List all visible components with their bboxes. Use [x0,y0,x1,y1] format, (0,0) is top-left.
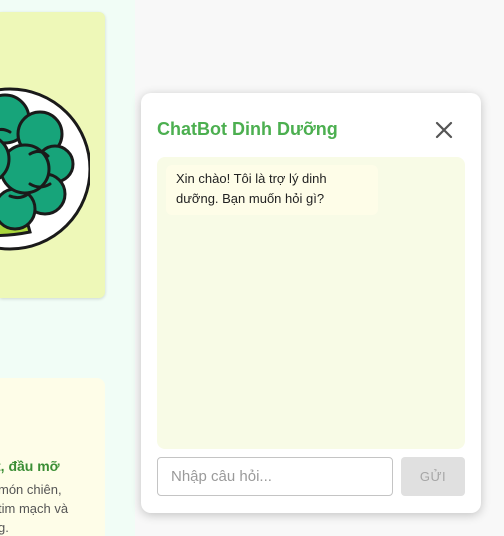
bot-message: Xin chào! Tôi là trợ lý dinh dưỡng. Bạn … [166,165,378,215]
broccoli-image [0,87,90,251]
food-card-broccoli[interactable] [0,12,105,298]
card-description: món chiên, tim mạch và g. [0,480,68,536]
chatbot-panel: ChatBot Dinh Dưỡng Xin chào! Tôi là trợ … [141,93,481,513]
card-description-line: tim mạch và [0,501,69,516]
card-description-line: món chiên, [0,482,62,497]
send-button[interactable]: GỬI [401,457,465,496]
food-card-fats[interactable]: t, đầu mỡ món chiên, tim mạch và g. [0,378,105,536]
card-description-line: g. [0,520,9,535]
close-icon [435,121,453,139]
chat-messages[interactable]: Xin chào! Tôi là trợ lý dinh dưỡng. Bạn … [157,157,465,449]
chat-title: ChatBot Dinh Dưỡng [157,119,338,139]
card-title: t, đầu mỡ [0,458,60,474]
close-button[interactable] [431,117,457,143]
question-input[interactable] [157,457,393,496]
